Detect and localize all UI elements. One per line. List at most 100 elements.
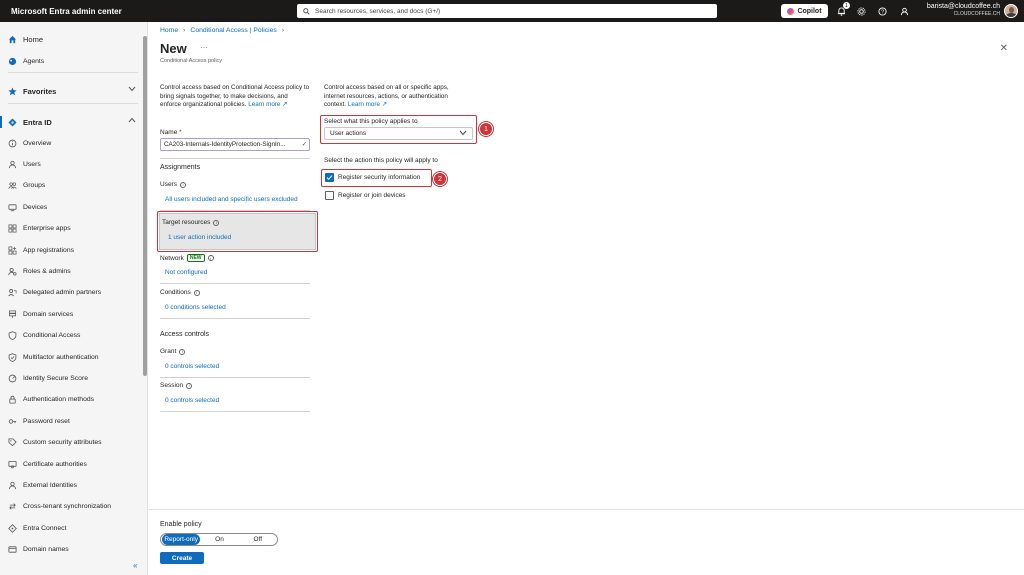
account-tenant: CLOUDCOFFEE.CH [953, 11, 1000, 17]
info-icon: i [193, 289, 200, 296]
feedback-button[interactable] [898, 5, 910, 17]
sidebar-item-identity-secure-score[interactable]: Identity Secure Score [0, 369, 142, 387]
breadcrumb-policies[interactable]: Conditional Access | Policies [190, 27, 276, 34]
sidebar-item-custom-security-attributes[interactable]: Custom security attributes [0, 434, 142, 452]
sidebar-item-home[interactable]: Home [0, 30, 142, 48]
sidebar-item-label: Roles & admins [23, 267, 71, 275]
register-join-devices-checkbox[interactable] [325, 191, 334, 200]
app-title[interactable]: Microsoft Entra admin center [11, 7, 122, 16]
more-options-button[interactable]: ··· [200, 43, 208, 52]
sidebar-item-app-registrations[interactable]: App registrations [0, 241, 142, 259]
svg-text:?: ? [881, 9, 884, 15]
enable-policy-toggle[interactable]: Report-only On Off [160, 533, 278, 546]
info-icon: i [179, 181, 186, 188]
create-button[interactable]: Create [160, 552, 204, 564]
sidebar-item-overview[interactable]: Overview [0, 134, 142, 152]
info-icon: i [186, 382, 193, 389]
grant-link[interactable]: 0 controls selected [165, 363, 219, 370]
users-icon [7, 159, 17, 169]
sidebar-section-favorites[interactable]: Favorites [0, 82, 142, 100]
sidebar-item-entra-connect[interactable]: Entra Connect [0, 519, 142, 537]
conditions-link[interactable]: 0 conditions selected [165, 304, 226, 311]
close-icon[interactable]: ✕ [1000, 43, 1008, 54]
toggle-off[interactable]: Off [239, 534, 277, 545]
help-button[interactable]: ? [876, 5, 888, 17]
sidebar-scrollbar[interactable] [143, 36, 147, 376]
agents-icon [7, 56, 17, 66]
sidebar-item-conditional-access[interactable]: Conditional Access [0, 327, 142, 345]
sidebar-item-label: Authentication methods [23, 396, 95, 404]
name-field[interactable]: CA203-Internals-IdentityProtection-SignI… [160, 138, 310, 151]
copilot-button[interactable]: Copilot [781, 4, 828, 18]
chevron-right-icon: › [281, 27, 285, 34]
sidebar-item-certificate-authorities[interactable]: Certificate authorities [0, 455, 142, 473]
active-indicator [0, 116, 2, 128]
sidebar-item-label: Devices [23, 203, 48, 211]
entra-id-icon [7, 117, 17, 127]
notifications-button[interactable]: 1 [835, 2, 850, 17]
register-join-devices-label[interactable]: Register or join devices [338, 192, 406, 199]
sidebar-item-agents[interactable]: Agents [0, 52, 142, 70]
roles-and-admins-icon [7, 266, 17, 276]
sidebar-item-groups[interactable]: Groups [0, 177, 142, 195]
users-label: Users i [160, 181, 186, 188]
avatar[interactable] [1004, 4, 1018, 18]
sidebar-item-label: Domain services [23, 310, 74, 318]
sidebar-item-users[interactable]: Users [0, 155, 142, 173]
sidebar-item-domain-services[interactable]: Domain services [0, 305, 142, 323]
sidebar-item-domain-names[interactable]: Domain names [0, 541, 142, 559]
session-label: Session i [160, 382, 193, 389]
notification-badge: 1 [843, 2, 850, 9]
sidebar-item-devices[interactable]: Devices [0, 198, 142, 216]
overview-icon [7, 138, 17, 148]
app-registrations-icon [7, 245, 17, 255]
sidebar-item-label: Password reset [23, 417, 70, 425]
session-link[interactable]: 0 controls selected [165, 397, 219, 404]
collapse-sidebar-button[interactable]: « [133, 561, 137, 570]
password-reset-icon [7, 416, 17, 426]
users-link[interactable]: All users included and specific users ex… [165, 196, 298, 203]
cross-tenant-synchronization-icon [7, 502, 17, 512]
main-content: Home › Conditional Access | Policies › N… [149, 22, 1024, 575]
toggle-report-only[interactable]: Report-only [162, 534, 201, 545]
annotation-badge-2: 2 [433, 172, 447, 186]
breadcrumb-home[interactable]: Home [160, 27, 178, 34]
identity-secure-score-icon [7, 373, 17, 383]
network-link[interactable]: Not configured [165, 269, 207, 276]
page-title: New [160, 41, 187, 56]
sidebar-item-cross-tenant-synchronization[interactable]: Cross-tenant synchronization [0, 498, 142, 516]
sidebar-item-delegated-admin-partners[interactable]: Delegated admin partners [0, 284, 142, 302]
breadcrumb: Home › Conditional Access | Policies › [160, 27, 284, 34]
top-bar: Microsoft Entra admin center Search reso… [0, 0, 1024, 22]
sidebar-item-password-reset[interactable]: Password reset [0, 412, 142, 430]
sidebar-section-entra-id[interactable]: Entra ID [0, 113, 142, 131]
highlight-applies-to [320, 115, 477, 144]
new-badge: NEW [186, 254, 205, 262]
copilot-icon [787, 7, 795, 15]
sidebar-item-authentication-methods[interactable]: Authentication methods [0, 391, 142, 409]
sidebar-item-label: Custom security attributes [23, 439, 102, 447]
account-info[interactable]: barista@cloudcoffee.ch CLOUDCOFFEE.CH [927, 3, 1000, 17]
sidebar-item-multifactor-authentication[interactable]: Multifactor authentication [0, 348, 142, 366]
learn-more-link[interactable]: Learn more ↗ [248, 101, 287, 108]
sidebar-item-external-identities[interactable]: External Identities [0, 476, 142, 494]
star-icon [7, 86, 17, 96]
multifactor-authentication-icon [7, 352, 17, 362]
info-icon: i [179, 348, 186, 355]
sidebar-item-label: Enterprise apps [23, 225, 71, 233]
toggle-on[interactable]: On [200, 534, 238, 545]
sidebar-item-roles-and-admins[interactable]: Roles & admins [0, 262, 142, 280]
sidebar-item-enterprise-apps[interactable]: Enterprise apps [0, 220, 142, 238]
grant-label: Grant i [160, 348, 186, 355]
search-box[interactable]: Search resources, services, and docs (G+… [297, 4, 717, 18]
domain-services-icon [7, 309, 17, 319]
settings-button[interactable] [855, 5, 867, 17]
learn-more-link-2[interactable]: Learn more ↗ [348, 101, 387, 108]
account-email: barista@cloudcoffee.ch [926, 3, 1000, 10]
sidebar-item-label: Certificate authorities [23, 460, 87, 468]
annotation-badge-1: 1 [479, 122, 493, 136]
policy-description: Control access based on Conditional Acce… [160, 84, 310, 108]
enterprise-apps-icon [7, 224, 17, 234]
sidebar-item-label: Users [23, 160, 41, 168]
sidebar-item-label: Groups [23, 182, 46, 190]
